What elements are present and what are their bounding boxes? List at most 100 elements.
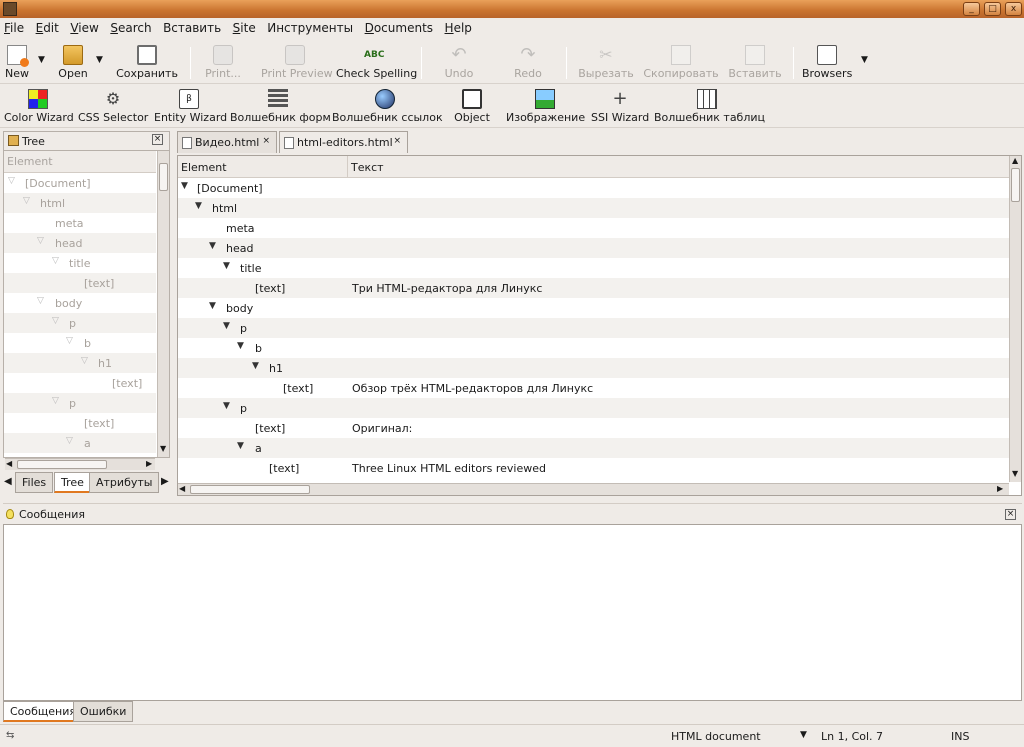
print-button[interactable]: Print... (203, 41, 243, 84)
tree-row[interactable]: [text] (4, 373, 156, 393)
menu-file[interactable]: File (0, 18, 28, 39)
copy-button[interactable]: Скопировать (643, 41, 719, 84)
tree-row[interactable]: ▼ a (178, 438, 1009, 458)
undo-button[interactable]: ↶ Undo (443, 41, 475, 84)
tab-files[interactable]: Files (15, 472, 54, 493)
expander-icon[interactable]: ▽ (23, 196, 30, 206)
close-tab-icon[interactable]: × (393, 136, 401, 146)
tree-row[interactable]: ▽ p (4, 393, 156, 413)
tree-row[interactable]: ▽ b (4, 333, 156, 353)
expander-icon[interactable]: ▽ (37, 296, 44, 306)
tree-row[interactable]: meta (4, 213, 156, 233)
tree-column-header[interactable]: Element (4, 151, 156, 173)
save-button[interactable]: Сохранить (114, 41, 180, 84)
tree-row[interactable]: ▽ p (4, 313, 156, 333)
expander-icon[interactable]: ▼ (181, 181, 188, 191)
close-tab-icon[interactable]: × (262, 136, 270, 146)
expander-icon[interactable]: ▽ (8, 176, 15, 186)
doctype-dropdown-icon[interactable]: ▼ (800, 730, 807, 740)
expander-icon[interactable]: ▽ (52, 256, 59, 266)
browsers-dropdown-icon[interactable]: ▼ (861, 55, 868, 65)
tree-horizontal-scrollbar[interactable]: ◀ ▶ (5, 458, 155, 470)
expander-icon[interactable]: ▼ (209, 241, 216, 251)
form-wizard-button[interactable]: Волшебник форм (230, 85, 331, 128)
menu-help[interactable]: Help (441, 18, 476, 39)
tree-view[interactable]: Element ▽ [Document] ▽ html meta ▽ head ▽ ti… (3, 150, 170, 458)
menu-search[interactable]: Search (106, 18, 155, 39)
tab-errors[interactable]: Ошибки (73, 701, 134, 722)
scroll-up-icon[interactable]: ▲ (1012, 156, 1018, 165)
browsers-button[interactable]: Browsers (802, 41, 852, 84)
scrollbar-thumb[interactable] (190, 485, 310, 494)
maximize-button[interactable]: □ (984, 2, 1001, 16)
scrollbar-thumb[interactable] (1011, 168, 1020, 202)
scrollbar-thumb[interactable] (17, 460, 107, 469)
expander-icon[interactable]: ▼ (223, 261, 230, 271)
menu-documents[interactable]: Documents (361, 18, 437, 39)
color-wizard-button[interactable]: Color Wizard (4, 85, 74, 128)
scroll-down-icon[interactable]: ▼ (1012, 469, 1018, 478)
expander-icon[interactable]: ▼ (223, 401, 230, 411)
link-wizard-button[interactable]: Волшебник ссылок (332, 85, 443, 128)
tree-row[interactable]: ▼ title (178, 258, 1009, 278)
tree-row[interactable]: [text] (4, 413, 156, 433)
check-spelling-button[interactable]: ABC Check Spelling (336, 41, 417, 84)
menu-site[interactable]: Site (229, 18, 260, 39)
object-button[interactable]: Object (452, 85, 492, 128)
scroll-down-icon[interactable]: ▼ (160, 444, 166, 453)
tree-row[interactable]: ▽ h1 (4, 353, 156, 373)
scroll-right-icon[interactable]: ▶ (997, 484, 1003, 493)
tree-row[interactable]: ▼ p (178, 318, 1009, 338)
print-preview-button[interactable]: Print Preview (261, 41, 333, 84)
expander-icon[interactable]: ▼ (237, 341, 244, 351)
tree-row[interactable]: [text] (4, 273, 156, 293)
document-tree-view[interactable]: Element Текст ▼ [Document] ▼ html meta ▼ he… (177, 155, 1022, 496)
tab-html-editors-html[interactable]: html-editors.html × (279, 131, 408, 153)
table-wizard-button[interactable]: Волшебник таблиц (654, 85, 765, 128)
entity-wizard-button[interactable]: β Entity Wizard (154, 85, 227, 128)
tree-vertical-scrollbar[interactable]: ▼ (157, 151, 169, 457)
scrollbar-thumb[interactable] (159, 163, 168, 191)
tree-row[interactable]: ▼ html (178, 198, 1009, 218)
redo-button[interactable]: ↷ Redo (512, 41, 544, 84)
document-type[interactable]: HTML document (671, 730, 761, 743)
expander-icon[interactable]: ▼ (252, 361, 259, 371)
column-text[interactable]: Текст (348, 156, 1009, 178)
cut-button[interactable]: ✂ Вырезать (577, 41, 635, 84)
tree-row[interactable]: [text] Обзор трёх HTML-редакторов для Лин… (178, 378, 1009, 398)
expander-icon[interactable]: ▼ (237, 441, 244, 451)
tabs-next-icon[interactable]: ▶ (161, 476, 169, 487)
tabs-prev-icon[interactable]: ◀ (4, 476, 12, 487)
tree-row[interactable]: ▼ body (178, 298, 1009, 318)
ssi-wizard-button[interactable]: + SSI Wizard (591, 85, 649, 128)
tree-row[interactable]: [text] Three Linux HTML editors reviewed (178, 458, 1009, 478)
menu-view[interactable]: View (66, 18, 102, 39)
expander-icon[interactable]: ▽ (81, 356, 88, 366)
tab-attributes[interactable]: Атрибуты (89, 472, 160, 493)
tree-row[interactable]: ▼ h1 (178, 358, 1009, 378)
close-icon[interactable]: × (152, 134, 163, 145)
doc-horizontal-scrollbar[interactable]: ◀ ▶ (178, 483, 1009, 495)
expander-icon[interactable]: ▽ (37, 236, 44, 246)
scroll-right-icon[interactable]: ▶ (146, 459, 152, 468)
tree-row[interactable]: [text] Три HTML-редактора для Линукс (178, 278, 1009, 298)
expander-icon[interactable]: ▽ (52, 316, 59, 326)
tree-row[interactable]: ▽ title (4, 253, 156, 273)
expander-icon[interactable]: ▼ (223, 321, 230, 331)
expander-icon[interactable]: ▽ (52, 396, 59, 406)
expander-icon[interactable]: ▽ (66, 436, 73, 446)
tree-row[interactable]: ▽ a (4, 433, 156, 453)
close-icon[interactable]: × (1005, 509, 1016, 520)
new-button[interactable]: New (2, 41, 32, 84)
scroll-left-icon[interactable]: ◀ (179, 484, 185, 493)
menu-insert[interactable]: Вставить (159, 18, 225, 39)
tree-row[interactable]: ▽ head (4, 233, 156, 253)
menu-edit[interactable]: Edit (32, 18, 63, 39)
column-element[interactable]: Element (178, 156, 348, 178)
expander-icon[interactable]: ▼ (195, 201, 202, 211)
new-dropdown-icon[interactable]: ▼ (38, 55, 45, 65)
tree-row[interactable]: ▼ [Document] (178, 178, 1009, 198)
open-dropdown-icon[interactable]: ▼ (96, 55, 103, 65)
image-button[interactable]: Изображение (506, 85, 585, 128)
open-button[interactable]: Open (54, 41, 92, 84)
